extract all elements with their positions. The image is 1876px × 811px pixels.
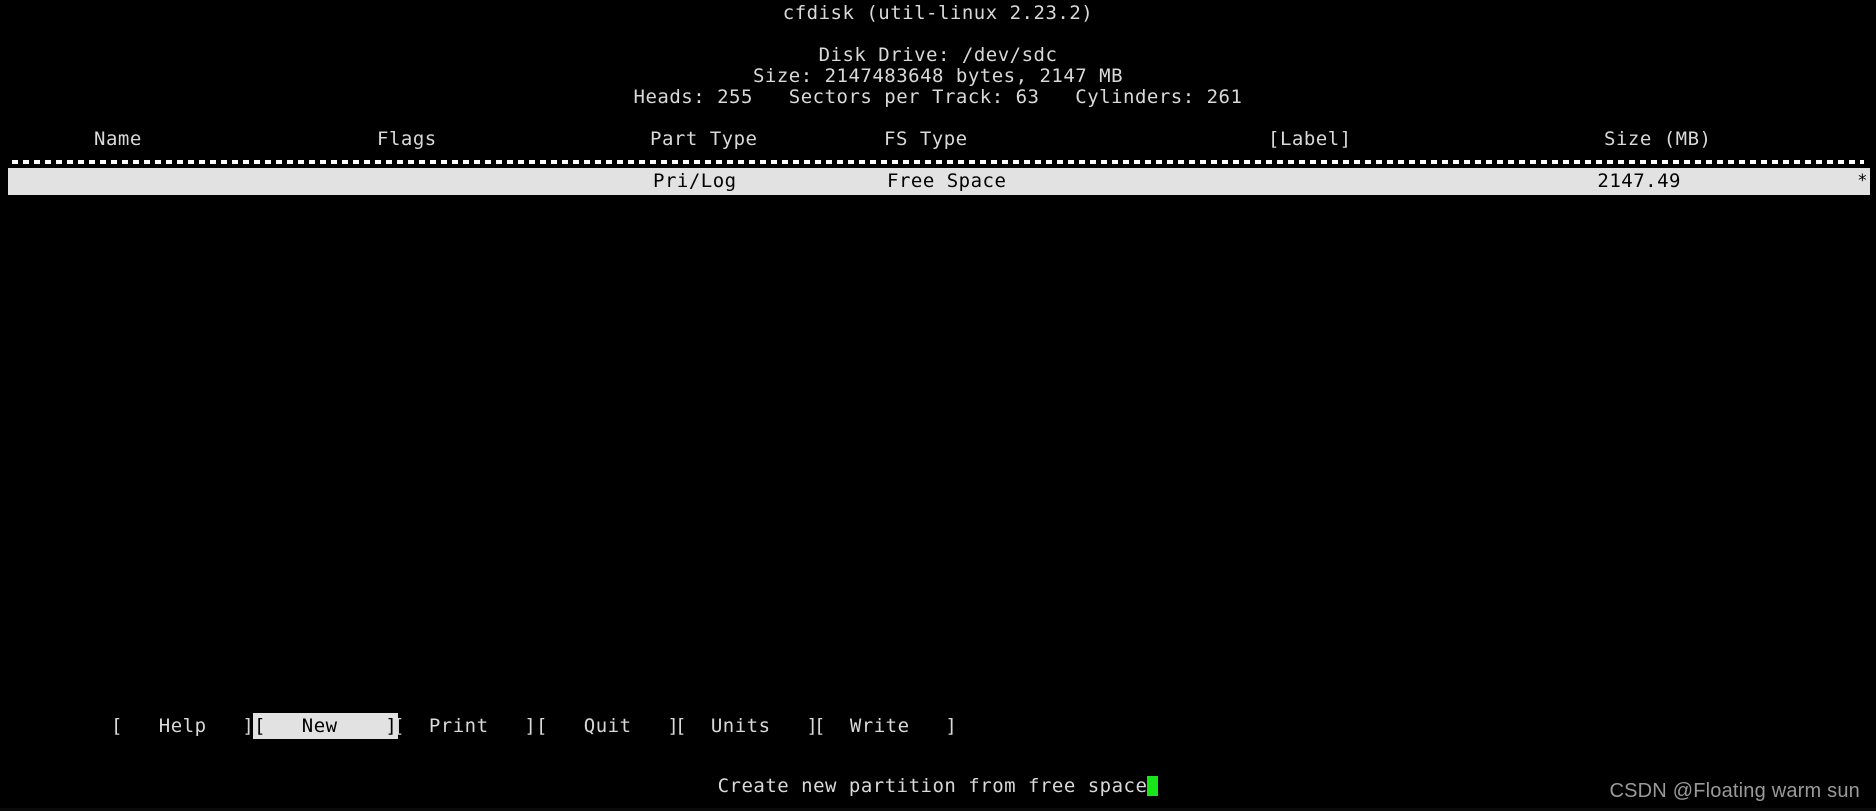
menu-button-new[interactable]: [ New ]	[253, 713, 399, 739]
menu-button-quit[interactable]: [ Quit ]	[535, 713, 680, 739]
cell-scroll-marker: *	[1857, 171, 1868, 191]
status-hint-line: Create new partition from free space	[0, 775, 1876, 797]
watermark-text: CSDN @Floating warm sun	[1609, 780, 1860, 802]
column-header-name: Name	[94, 128, 142, 150]
disk-geometry-line: Heads: 255 Sectors per Track: 63 Cylinde…	[633, 86, 1243, 108]
column-header-size-mb: Size (MB)	[1604, 128, 1712, 150]
cfdisk-terminal-screen: cfdisk (util-linux 2.23.2) Disk Drive: /…	[0, 0, 1876, 811]
menu-button-print[interactable]: [ Print ]	[392, 713, 537, 739]
terminal-cursor-block	[1147, 776, 1159, 796]
cell-fs-type: Free Space	[887, 170, 1007, 192]
table-column-headers: Name Flags Part Type FS Type [Label] Siz…	[0, 129, 1876, 150]
cell-size-mb: 2147.49	[1597, 170, 1681, 192]
cell-part-type: Pri/Log	[653, 170, 737, 192]
window-left-edge	[0, 0, 4, 811]
column-header-flags: Flags	[377, 128, 437, 150]
disk-drive-line: Disk Drive: /dev/sdc	[818, 44, 1058, 66]
table-row[interactable]: Pri/Log Free Space 2147.49 *	[8, 168, 1870, 195]
menu-button-write[interactable]: [ Write ]	[813, 713, 958, 739]
column-header-fs-type: FS Type	[884, 128, 968, 150]
menu-button-help[interactable]: [ Help ]	[110, 713, 255, 739]
partition-table-body: Pri/Log Free Space 2147.49 *	[8, 168, 1870, 195]
status-hint-text: Create new partition from free space	[717, 775, 1148, 797]
column-header-label: [Label]	[1268, 128, 1352, 150]
app-title: cfdisk (util-linux 2.23.2)	[782, 2, 1094, 24]
menu-button-bar: [ Help ] [ New ] [ Print ] [ Quit ] [ Un…	[0, 713, 1876, 741]
disk-size-line: Size: 2147483648 bytes, 2147 MB	[752, 65, 1124, 87]
table-separator-dashed-line	[12, 160, 1864, 164]
column-header-part-type: Part Type	[650, 128, 758, 150]
menu-button-units[interactable]: [ Units ]	[674, 713, 819, 739]
